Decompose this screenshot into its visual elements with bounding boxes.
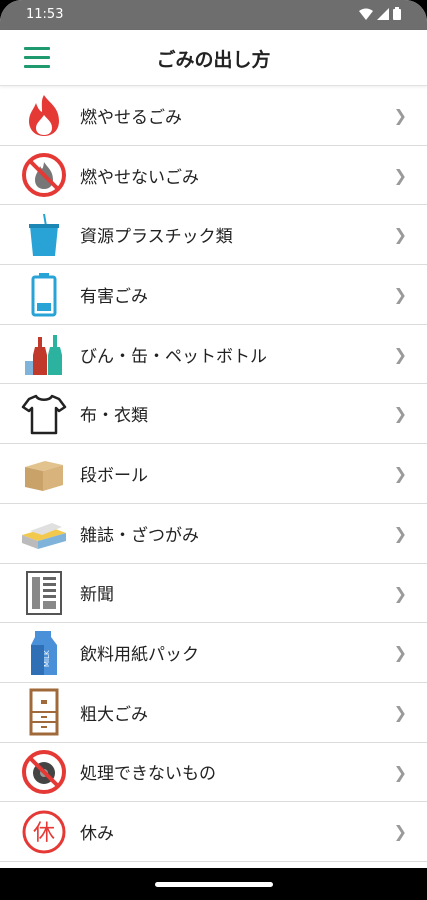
item-label: 燃やせないごみ <box>80 167 199 188</box>
item-label: 布・衣類 <box>80 406 148 427</box>
category-list: 燃やせるごみ ❯ 燃やせないごみ ❯ 資源プラスチック類 ❯ 有害ごみ ❯ びん… <box>0 86 427 862</box>
chevron-right-icon: ❯ <box>393 702 407 722</box>
list-item[interactable]: 休 休み ❯ <box>0 802 427 862</box>
item-label: 段ボール <box>80 465 148 486</box>
chevron-right-icon: ❯ <box>393 404 407 424</box>
page-title: ごみの出し方 <box>156 49 271 71</box>
item-label: 休み <box>80 824 114 845</box>
item-label: 粗大ごみ <box>80 704 148 725</box>
battery-status-icon <box>393 7 401 20</box>
navigation-bar <box>0 868 427 900</box>
chevron-right-icon: ❯ <box>393 344 407 364</box>
wifi-icon <box>359 8 373 20</box>
chevron-right-icon: ❯ <box>393 822 407 842</box>
cardboard-box-icon <box>20 449 68 497</box>
tshirt-icon <box>20 390 68 438</box>
list-item[interactable]: 布・衣類 ❯ <box>0 384 427 445</box>
list-item[interactable]: 段ボール ❯ <box>0 444 427 504</box>
plastic-cup-icon <box>20 211 68 259</box>
chevron-right-icon: ❯ <box>393 643 407 663</box>
battery-icon <box>20 270 68 318</box>
list-item[interactable]: 資源プラスチック類 ❯ <box>0 205 427 266</box>
chevron-right-icon: ❯ <box>393 225 407 245</box>
item-label: 処理できないもの <box>80 764 216 785</box>
svg-text:休: 休 <box>33 821 55 846</box>
chevron-right-icon: ❯ <box>393 165 407 185</box>
holiday-icon: 休 <box>20 808 68 856</box>
status-icons <box>359 7 401 20</box>
chevron-right-icon: ❯ <box>393 583 407 603</box>
signal-icon <box>377 7 389 20</box>
item-label: 資源プラスチック類 <box>80 227 233 248</box>
list-item[interactable]: 燃やせないごみ ❯ <box>0 146 427 206</box>
list-item[interactable]: 新聞 ❯ <box>0 564 427 624</box>
magazines-icon <box>20 509 68 557</box>
list-item[interactable]: 燃やせるごみ ❯ <box>0 86 427 146</box>
chevron-right-icon: ❯ <box>393 762 407 782</box>
list-item[interactable]: びん・缶・ペットボトル ❯ <box>0 325 427 385</box>
list-item[interactable]: 粗大ごみ ❯ <box>0 683 427 743</box>
status-time: 11:53 <box>26 7 64 22</box>
item-label: 新聞 <box>80 585 114 606</box>
list-item[interactable]: 処理できないもの ❯ <box>0 743 427 803</box>
home-gesture-pill[interactable] <box>154 881 273 887</box>
tire-prohibited-icon <box>20 748 68 796</box>
bottles-icon <box>20 330 68 378</box>
chevron-right-icon: ❯ <box>393 106 407 125</box>
item-label: 飲料用紙パック <box>80 645 199 666</box>
app-screen: 11:53 ごみの出し方 燃やせるごみ ❯ 燃やせないごみ ❯ 資源プラスチック… <box>0 0 427 900</box>
item-label: 雑誌・ざつがみ <box>80 525 199 546</box>
svg-text:MILK: MILK <box>43 650 51 667</box>
list-item[interactable]: 雑誌・ざつがみ ❯ <box>0 504 427 564</box>
milk-carton-icon: MILK <box>20 629 68 677</box>
list-item[interactable]: 有害ごみ ❯ <box>0 265 427 325</box>
chevron-right-icon: ❯ <box>393 523 407 543</box>
status-bar: 11:53 <box>0 0 427 30</box>
furniture-icon <box>20 688 68 736</box>
item-label: 燃やせるごみ <box>80 107 182 128</box>
chevron-right-icon: ❯ <box>393 285 407 305</box>
list-item[interactable]: MILK 飲料用紙パック ❯ <box>0 623 427 683</box>
app-bar: ごみの出し方 <box>0 30 427 86</box>
burnable-trash-icon <box>20 91 68 139</box>
item-label: びん・缶・ペットボトル <box>80 346 267 367</box>
newspaper-icon <box>20 569 68 617</box>
non-burnable-trash-icon <box>20 151 68 199</box>
item-label: 有害ごみ <box>80 286 148 307</box>
chevron-right-icon: ❯ <box>393 464 407 484</box>
